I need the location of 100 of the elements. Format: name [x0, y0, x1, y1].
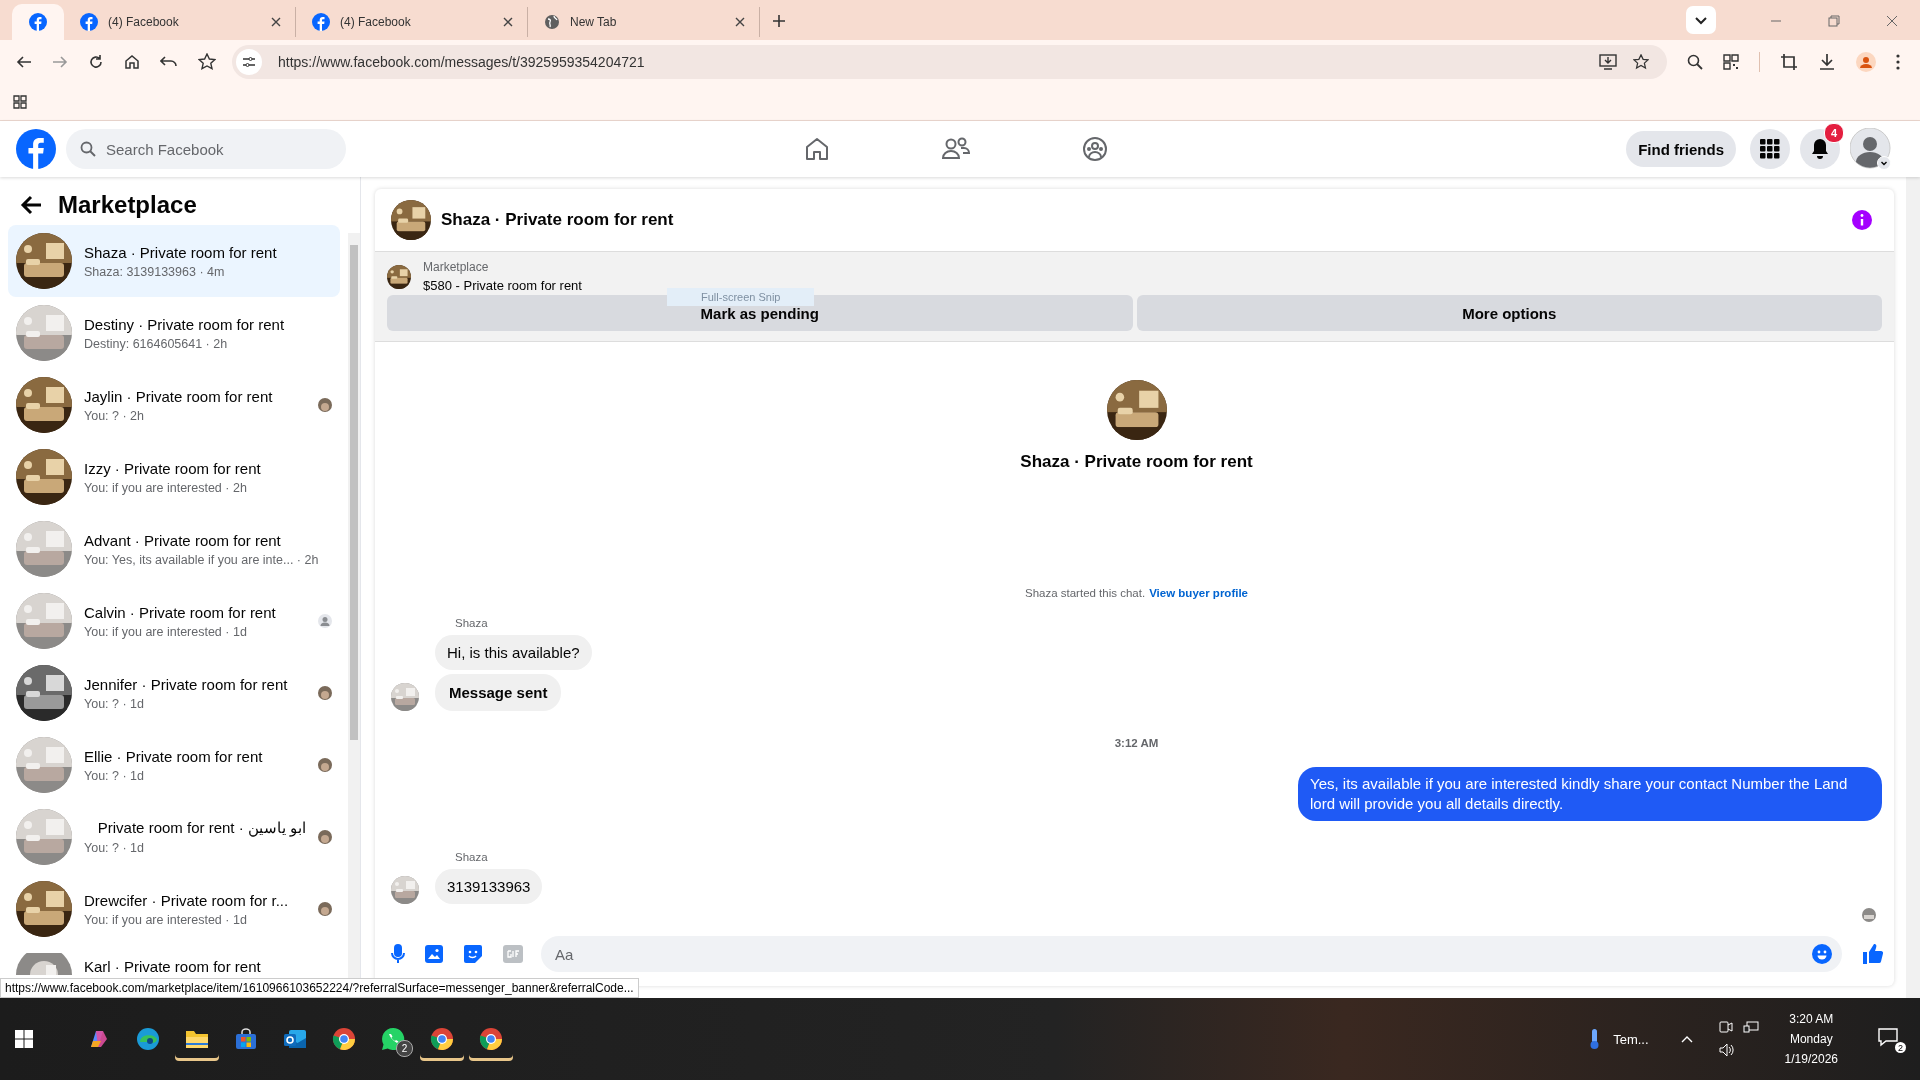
tooltip: Full-screen Snip	[667, 288, 815, 306]
info-icon[interactable]	[1852, 210, 1872, 230]
grid-icon	[1760, 139, 1780, 159]
notifications-button[interactable]	[1800, 129, 1840, 169]
clock-date[interactable]: 1/19/2026	[1784, 1052, 1838, 1066]
search-icon	[80, 141, 96, 157]
scrollbar-thumb[interactable]	[350, 245, 358, 740]
close-icon[interactable]	[503, 17, 513, 27]
conversation-title: Destiny · Private room for rent	[84, 315, 286, 333]
message-preview: You: if you are interested · 1d	[84, 624, 248, 639]
message-bubble: 3139133963	[435, 869, 543, 904]
conversation-item[interactable]: Karl · Private room for rent	[8, 945, 340, 975]
folder-icon	[185, 1028, 209, 1050]
image-icon[interactable]	[425, 945, 443, 963]
browser-tab[interactable]: (4) Facebook	[66, 7, 296, 37]
close-icon[interactable]	[271, 17, 281, 27]
conversation-item[interactable]: Calvin · Private room for rent You: if you are interested · 1d	[8, 585, 340, 657]
search-icon[interactable]	[1687, 54, 1703, 70]
message-preview: Destiny: 6164605641 · 2h	[84, 336, 229, 351]
conversation-item[interactable]: Destiny · Private room for rent Destiny: 6164605641 · 2h	[8, 297, 340, 369]
conversation-item[interactable]: Advant · Private room for rent You: Yes, its available if you are inte... · 2h	[8, 513, 340, 585]
listing-button[interactable]: More options	[1136, 295, 1882, 331]
conversation-item[interactable]: Izzy · Private room for rent You: if you are interested · 2h	[8, 441, 340, 513]
qr-code-icon[interactable]	[1723, 54, 1739, 70]
buyer-profile-link[interactable]: View buyer profile	[1149, 587, 1248, 599]
url-text: https://www.facebook.com/messages/t/3925959354204721	[278, 54, 645, 70]
notification-badge: 4	[1824, 123, 1844, 143]
chevron-up-icon[interactable]	[1680, 1035, 1693, 1043]
network-icon[interactable]	[1742, 1021, 1759, 1033]
download-icon[interactable]	[1818, 53, 1836, 71]
menu-icon[interactable]	[1896, 54, 1900, 70]
address-bar[interactable]: https://www.facebook.com/messages/t/3925959354204721	[232, 45, 1667, 79]
friends-icon[interactable]	[942, 136, 971, 162]
find-friends-button[interactable]: Find friends	[1626, 131, 1736, 167]
close-icon[interactable]	[735, 17, 745, 27]
like-icon[interactable]	[1862, 943, 1884, 965]
search-field[interactable]: Search Facebook	[66, 129, 346, 169]
windows-start-icon[interactable]	[15, 1030, 33, 1048]
taskbar-app[interactable]: 2	[371, 1017, 415, 1061]
home-icon[interactable]	[124, 54, 140, 70]
profile-icon[interactable]	[1856, 52, 1876, 72]
chrome-logo-icon	[479, 1027, 503, 1051]
home-icon[interactable]	[804, 136, 831, 162]
notification-icon[interactable]	[1878, 1027, 1898, 1047]
conversation-item[interactable]: Shaza · Private room for rent Shaza: 3139133963 · 4m	[8, 225, 340, 297]
account-icon[interactable]	[1850, 128, 1892, 170]
menu-button[interactable]	[1750, 129, 1790, 169]
weather-text[interactable]: Tem...	[1613, 1031, 1649, 1047]
message-preview: You: if you are interested · 1d	[84, 912, 248, 927]
conversation-title: Calvin · Private room for rent	[84, 603, 277, 621]
message-preview: You: Yes, its available if you are inte... · 2h	[84, 552, 320, 567]
back-icon[interactable]	[16, 54, 32, 70]
message-bubble: Hi, is this available?	[435, 635, 592, 670]
speaker-icon[interactable]	[1718, 1043, 1735, 1057]
browser-tab[interactable]	[12, 4, 64, 40]
apps-icon[interactable]	[13, 95, 27, 109]
back-icon[interactable]	[20, 195, 42, 215]
dropdown-icon[interactable]	[1686, 6, 1716, 34]
conversation-title: Karl · Private room for rent	[84, 958, 261, 975]
chat-start-note: Shaza started this chat.	[1024, 587, 1146, 599]
reload-icon[interactable]	[88, 54, 104, 70]
app-badge: 2	[396, 1040, 413, 1057]
message-preview: You: ? · 1d	[84, 696, 145, 711]
meet-icon[interactable]	[1718, 1021, 1733, 1033]
conversation-item[interactable]: Jaylin · Private room for rent You: ? · 2h	[8, 369, 340, 441]
close-icon[interactable]	[1886, 15, 1898, 27]
chat-title: Shaza · Private room for rent	[441, 210, 674, 230]
install-app-icon[interactable]	[1599, 54, 1617, 70]
facebook-icon	[29, 13, 47, 31]
star-icon[interactable]	[1633, 54, 1649, 70]
new-tab-icon[interactable]	[772, 14, 786, 28]
crop-icon[interactable]	[1780, 53, 1798, 71]
message-preview: You: ? · 1d	[84, 768, 145, 783]
conversation-title: Shaza · Private room for rent	[84, 243, 278, 261]
globe-icon	[544, 14, 560, 30]
microphone-icon[interactable]	[391, 944, 405, 964]
sticker-icon[interactable]	[463, 944, 483, 964]
site-settings-icon[interactable]	[236, 49, 262, 75]
conversation-title: Drewcifer · Private room for r...	[84, 891, 290, 909]
conversation-item[interactable]: Ellie · Private room for rent You: ? · 1d	[8, 729, 340, 801]
message-preview: You: ? · 2h	[84, 408, 145, 423]
facebook-logo[interactable]	[16, 129, 56, 169]
restore-icon[interactable]	[1828, 15, 1840, 27]
listing-title[interactable]: $580 - Private room for rent	[423, 278, 582, 293]
conversation-item[interactable]: Jennifer · Private room for rent You: ? · 1d	[8, 657, 340, 729]
star-icon[interactable]	[198, 53, 216, 71]
clock-day[interactable]: Monday	[1789, 1032, 1833, 1046]
conversation-item[interactable]: Drewcifer · Private room for r... You: if you are interested · 1d	[8, 873, 340, 945]
message-bubble: Yes, its available if you are interested kindly share your contact Number the Land lord will provide you all details directly.	[1298, 767, 1882, 821]
clock-time[interactable]: 3:20 AM	[1789, 1012, 1834, 1026]
scrollbar[interactable]	[1906, 177, 1920, 998]
groups-icon[interactable]	[1082, 136, 1109, 162]
emoji-icon[interactable]	[1812, 944, 1832, 964]
browser-tab[interactable]: (4) Facebook	[298, 7, 528, 37]
browser-tab[interactable]: New Tab	[530, 7, 760, 37]
message-field[interactable]: Aa	[541, 936, 1842, 972]
chrome-logo-icon	[430, 1027, 454, 1051]
forward-icon[interactable]	[52, 54, 68, 70]
conversation-title: ابو ياسين · Private room for rent	[96, 819, 306, 837]
tab-title: (4) Facebook	[108, 15, 180, 29]
